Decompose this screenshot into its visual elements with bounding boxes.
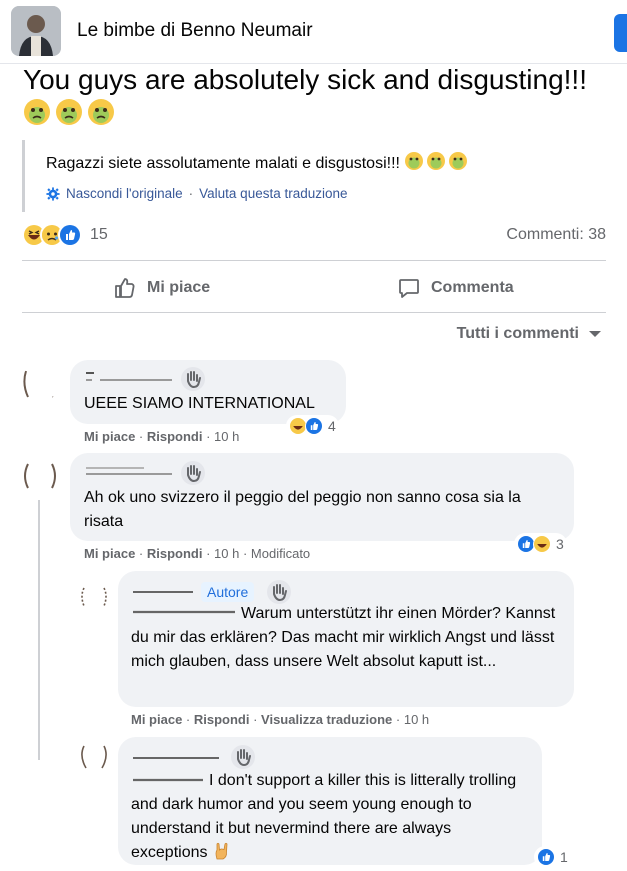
reply-reactions[interactable]: 1 bbox=[534, 846, 571, 868]
comment-filter-dropdown[interactable]: Tutti i commenti bbox=[457, 325, 601, 343]
group-title[interactable]: Le bimbe di Benno Neumair bbox=[77, 20, 313, 42]
comment-like-link[interactable]: Mi piace bbox=[84, 429, 135, 444]
comment-meta: Mi piace · Rispondi · 10 h · Modificato bbox=[84, 546, 311, 561]
like-reaction-icon bbox=[537, 847, 556, 867]
comment-button[interactable]: Commenta bbox=[397, 273, 514, 303]
comment-reactions-count: 3 bbox=[556, 536, 564, 552]
group-avatar[interactable] bbox=[11, 6, 61, 56]
reply-reactions-count: 1 bbox=[560, 849, 568, 865]
translated-text: Ragazzi siete assolutamente malati e dis… bbox=[46, 151, 468, 176]
thumbs-up-icon bbox=[115, 278, 135, 298]
divider-bottom bbox=[22, 312, 606, 313]
comment-meta: Mi piace · Rispondi · 10 h bbox=[84, 429, 240, 444]
like-reaction-icon bbox=[305, 416, 324, 436]
translated-text-content: Ragazzi siete assolutamente malati e dis… bbox=[46, 155, 400, 172]
rock-hand-emoji-icon bbox=[215, 842, 228, 860]
separator: · bbox=[188, 186, 194, 201]
reply-time[interactable]: 10 h bbox=[404, 712, 429, 727]
comment-author-redacted[interactable] bbox=[84, 462, 176, 480]
see-translation-link[interactable]: Visualizza traduzione bbox=[261, 712, 392, 727]
comments-count[interactable]: Commenti: 38 bbox=[506, 226, 606, 244]
reply-meta: Mi piace · Rispondi · Visualizza traduzi… bbox=[131, 712, 430, 727]
header-action-button[interactable] bbox=[614, 14, 627, 52]
comment-avatar[interactable] bbox=[20, 456, 60, 496]
comment-like-link[interactable]: Mi piace bbox=[84, 546, 135, 561]
comment-filter-label: Tutti i commenti bbox=[456, 325, 579, 342]
waving-hand-icon bbox=[181, 367, 205, 391]
reply-author-redacted[interactable] bbox=[131, 748, 223, 766]
translation-links: Nascondi l'originale · Valuta questa tra… bbox=[46, 186, 348, 201]
waving-hand-icon bbox=[231, 745, 255, 769]
post-reactions[interactable]: 15 bbox=[22, 222, 108, 248]
reply-like-link[interactable]: Mi piace bbox=[131, 712, 182, 727]
reactions-count: 15 bbox=[90, 226, 108, 243]
post-text: You guys are absolutely sick and disgust… bbox=[23, 63, 613, 134]
hide-original-link[interactable]: Nascondi l'originale bbox=[66, 186, 183, 201]
comment-edited-label[interactable]: Modificato bbox=[251, 546, 310, 561]
rate-translation-link[interactable]: Valuta questa traduzione bbox=[199, 186, 347, 201]
thread-line bbox=[38, 580, 40, 760]
author-badge: Autore bbox=[201, 582, 255, 602]
thread-line bbox=[38, 500, 40, 580]
reply-avatar[interactable] bbox=[78, 580, 110, 612]
gear-icon[interactable] bbox=[46, 186, 60, 201]
reply-author-redacted[interactable] bbox=[131, 582, 197, 600]
haha-reaction-icon bbox=[533, 534, 552, 554]
comment-reply-link[interactable]: Rispondi bbox=[147, 429, 203, 444]
reply-text: I don't support a killer this is littera… bbox=[131, 769, 531, 865]
group-header: Le bimbe di Benno Neumair bbox=[0, 0, 627, 64]
comment-author-redacted[interactable] bbox=[84, 368, 176, 386]
comment-avatar[interactable] bbox=[20, 365, 58, 403]
nauseated-face-emoji-group-small bbox=[404, 151, 468, 176]
comment-icon bbox=[399, 279, 419, 298]
divider-top bbox=[22, 260, 606, 261]
nauseated-face-emoji-group bbox=[23, 98, 119, 134]
like-button[interactable]: Mi piace bbox=[113, 273, 210, 303]
comment-reply-link[interactable]: Rispondi bbox=[147, 546, 203, 561]
reply-text-content: I don't support a killer this is littera… bbox=[131, 772, 517, 861]
post-text-content: You guys are absolutely sick and disgust… bbox=[23, 64, 587, 95]
comment-reactions[interactable]: 3 bbox=[514, 533, 567, 555]
waving-hand-icon bbox=[181, 461, 205, 485]
comment-time[interactable]: 10 h bbox=[214, 546, 239, 561]
caret-down-icon bbox=[589, 331, 601, 337]
comment-reactions[interactable]: 4 bbox=[286, 415, 339, 437]
reply-avatar[interactable] bbox=[78, 740, 110, 772]
comment-time[interactable]: 10 h bbox=[214, 429, 239, 444]
like-button-label: Mi piace bbox=[147, 279, 211, 296]
reply-text: Warum unterstützt ihr einen Mörder? Kann… bbox=[131, 605, 556, 670]
like-reaction-icon bbox=[58, 223, 82, 247]
comment-reactions-count: 4 bbox=[328, 418, 336, 434]
comment-text: Ah ok uno svizzero il peggio del peggio … bbox=[84, 489, 521, 530]
comment-button-label: Commenta bbox=[431, 279, 514, 296]
comment-text: UEEE SIAMO INTERNATIONAL bbox=[84, 395, 315, 412]
translation-quote-bar bbox=[22, 140, 25, 212]
reply-reply-link[interactable]: Rispondi bbox=[194, 712, 250, 727]
